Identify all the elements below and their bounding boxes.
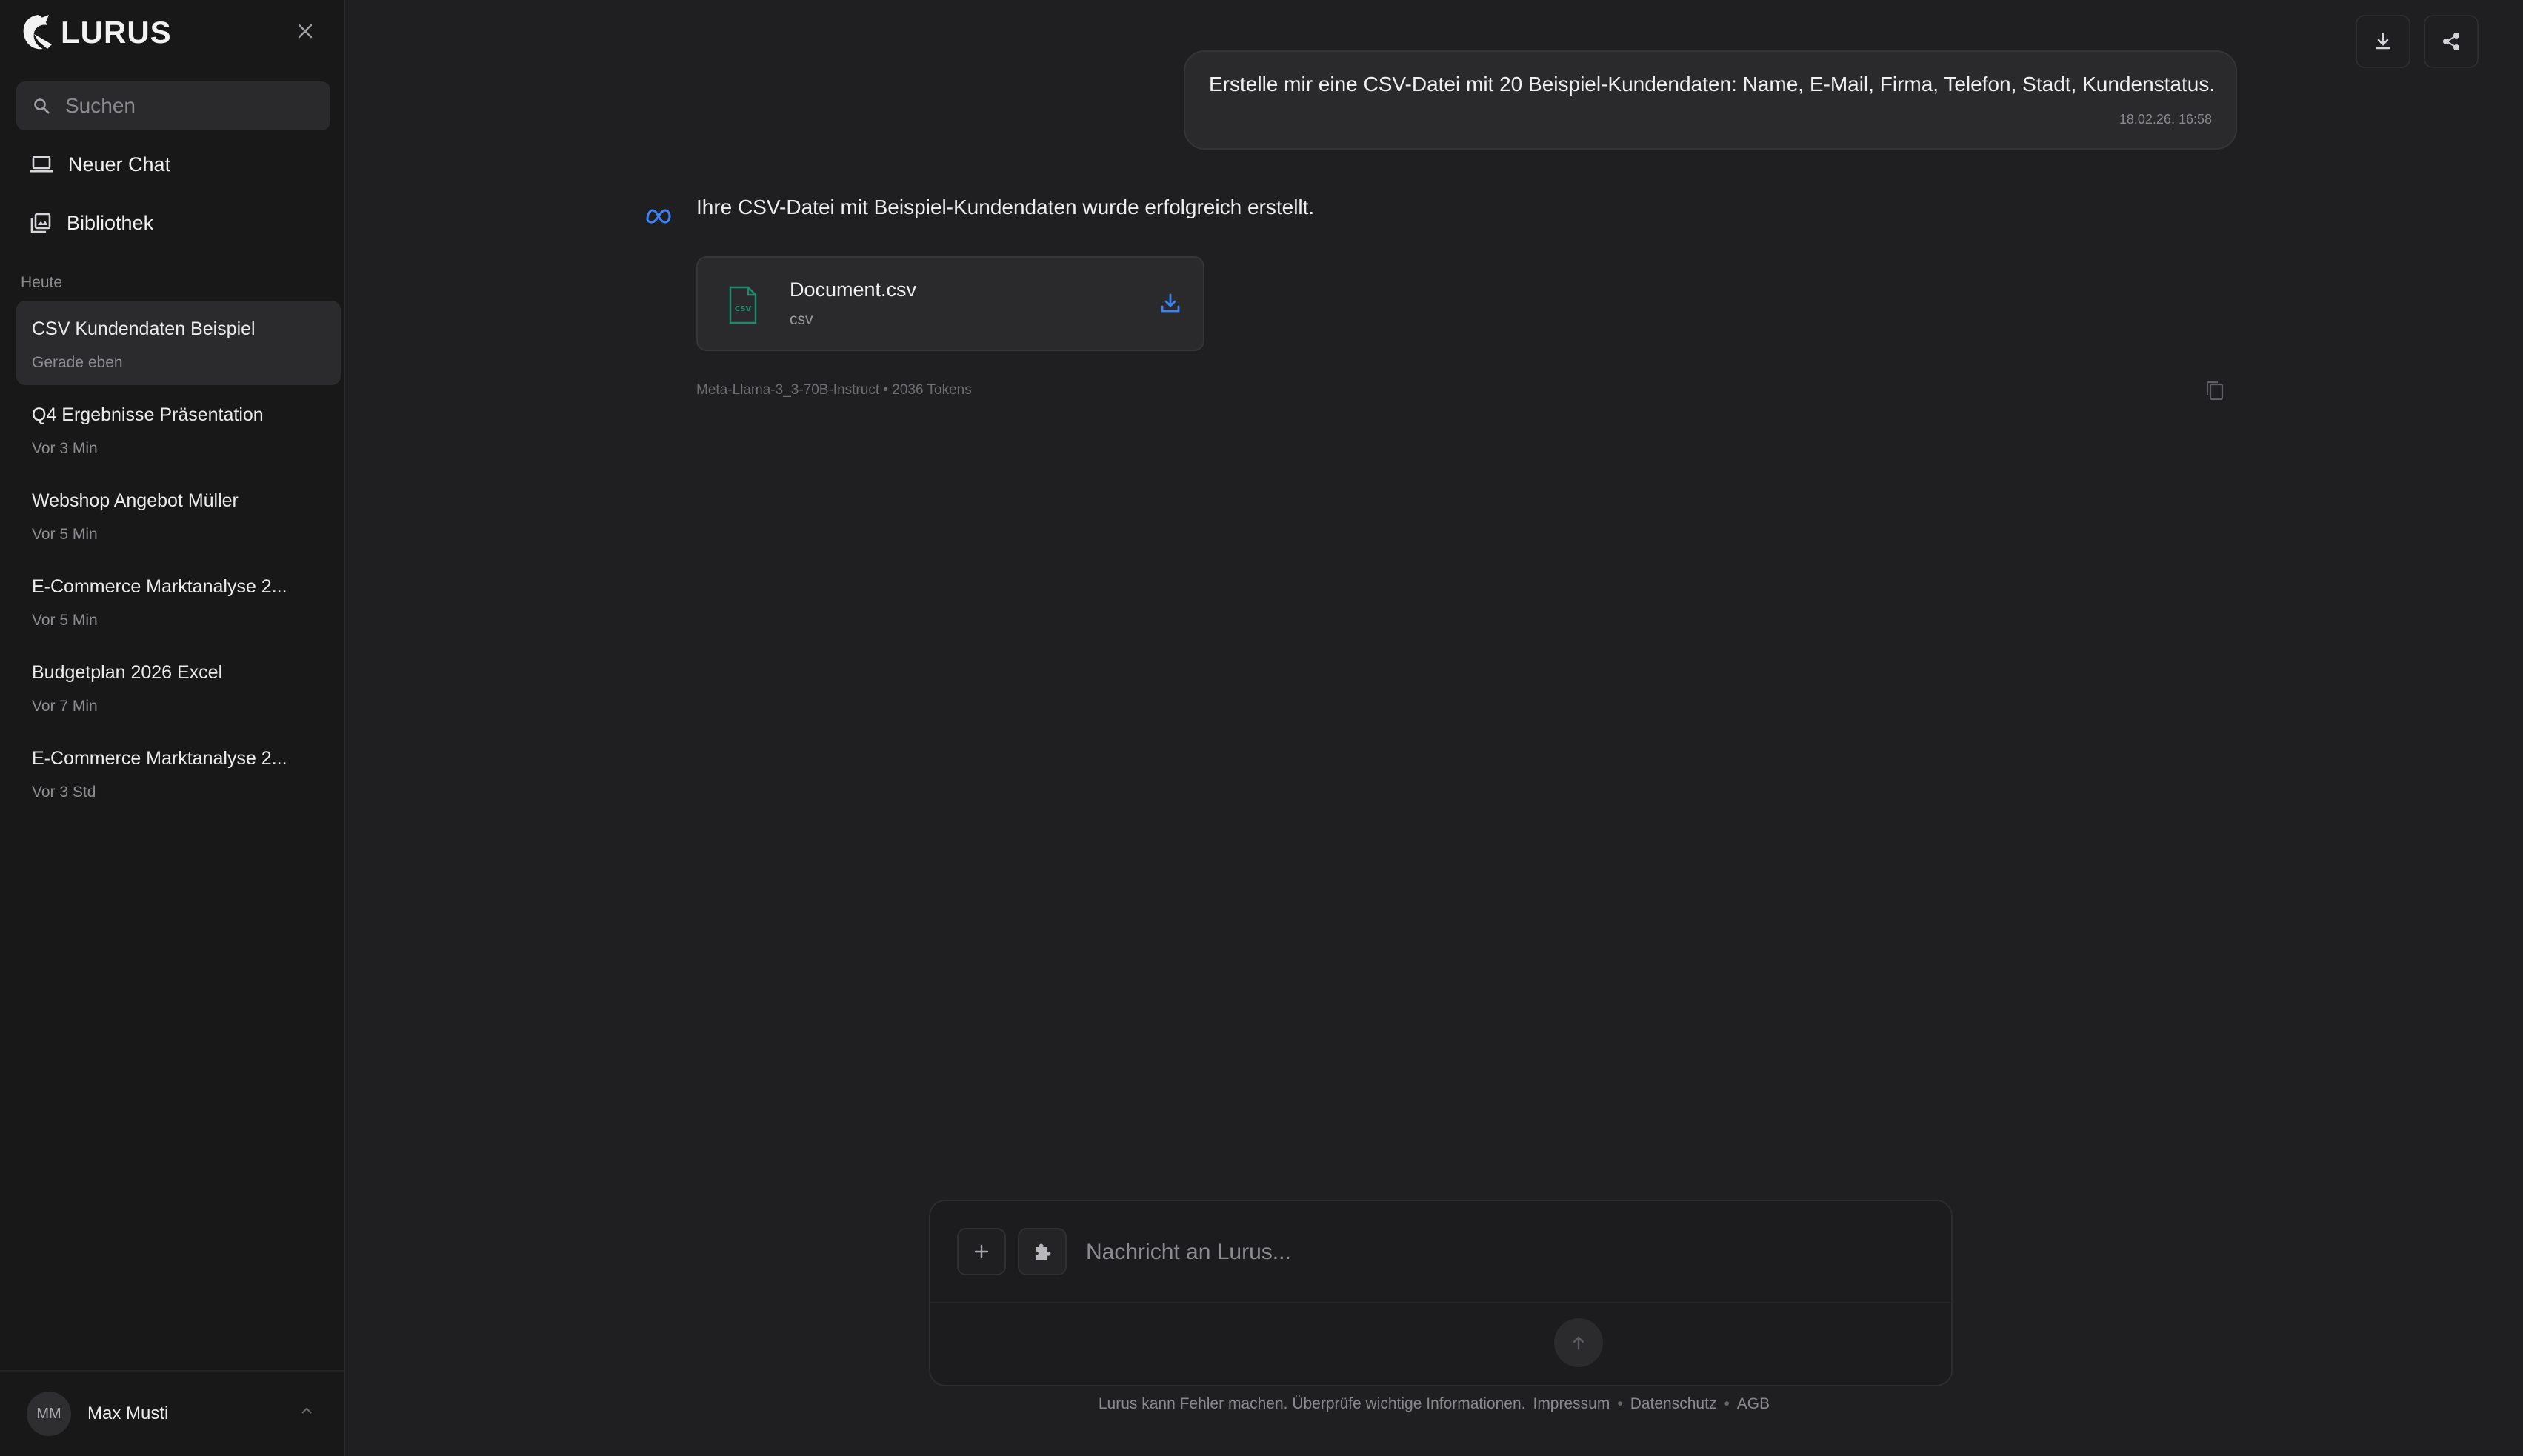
assistant-message-text: Ihre CSV-Datei mit Beispiel-Kundendaten … [696,196,1315,218]
conversation-time: Vor 3 Min [32,440,98,457]
footer: Lurus kann Fehler machen. Überprüfe wich… [345,1395,2523,1413]
library-button[interactable]: Bibliothek [30,201,153,245]
user-menu[interactable]: MM Max Musti [0,1370,344,1456]
plugins-button[interactable] [1018,1228,1067,1275]
conversation-time: Vor 5 Min [32,526,98,543]
chat-area: Erstelle mir eine CSV-Datei mit 20 Beisp… [345,0,2523,1456]
close-icon [298,24,313,39]
file-name: Document.csv [790,278,917,301]
library-icon [30,213,51,233]
footer-separator: • [1617,1395,1623,1412]
search-input[interactable] [65,94,317,118]
footer-link-datenschutz[interactable]: Datenschutz [1630,1395,1717,1413]
footer-link-agb[interactable]: AGB [1737,1395,1770,1413]
conversation-time: Vor 5 Min [32,612,98,629]
file-type: csv [790,311,813,328]
plus-icon [974,1244,989,1259]
share-button[interactable] [2424,15,2479,68]
avatar: MM [27,1392,71,1436]
puzzle-icon [1036,1243,1051,1260]
add-attachment-button[interactable] [957,1228,1006,1275]
message-timestamp: 18.02.26, 16:58 [2119,112,2212,127]
conversation-item[interactable]: E-Commerce Marktanalyse 2... Vor 5 Min [16,558,341,643]
send-button[interactable] [1554,1318,1603,1367]
conversation-time: Gerade eben [32,354,123,371]
csv-icon-label: CSV [735,305,752,313]
conversation-title: Webshop Angebot Müller [32,490,239,511]
conversation-title: Q4 Ergebnisse Präsentation [32,404,264,425]
sidebar: LURUS Neuer Chat [0,0,345,1456]
conversation-time: Vor 7 Min [32,698,98,715]
section-label-today: Heute [21,274,63,291]
message-meta: Meta-Llama-3_3-70B-Instruct • 2036 Token… [696,382,972,398]
new-chat-label: Neuer Chat [68,153,171,176]
conversation-item[interactable]: Budgetplan 2026 Excel Vor 7 Min [16,644,341,729]
csv-file-icon: CSV [729,286,757,324]
share-icon [2443,33,2459,50]
download-icon [2376,33,2390,50]
user-message-text: Erstelle mir eine CSV-Datei mit 20 Beisp… [1209,73,2216,96]
conversation-item[interactable]: E-Commerce Marktanalyse 2... Vor 3 Std [16,730,341,815]
file-attachment[interactable]: CSV Document.csv csv [696,256,1204,351]
footer-link-impressum[interactable]: Impressum [1533,1395,1610,1413]
conversation-time: Vor 3 Std [32,784,96,801]
conversation-title: E-Commerce Marktanalyse 2... [32,748,287,769]
conversation-item[interactable]: Webshop Angebot Müller Vor 5 Min [16,472,341,557]
meta-logo-icon [646,209,671,224]
download-file-icon[interactable] [1159,292,1182,315]
download-chat-button[interactable] [2356,15,2410,68]
composer [929,1200,1953,1386]
footer-separator: • [1724,1395,1730,1412]
search-icon [34,98,50,114]
laptop-icon [30,156,53,173]
footer-disclaimer: Lurus kann Fehler machen. Überprüfe wich… [1098,1395,1526,1412]
conversation-title: E-Commerce Marktanalyse 2... [32,576,287,597]
user-message: Erstelle mir eine CSV-Datei mit 20 Beisp… [1184,50,2237,150]
arrow-up-icon [1573,1336,1584,1350]
copy-icon[interactable] [2204,379,2225,401]
message-input[interactable] [1086,1234,1901,1271]
brand-name: LURUS [61,15,172,50]
library-label: Bibliothek [67,211,154,234]
conversation-title: CSV Kundendaten Beispiel [32,318,256,339]
lurus-logo-icon [23,15,52,50]
brand[interactable]: LURUS [19,12,172,53]
composer-divider [930,1302,1951,1303]
conversation-list: CSV Kundendaten Beispiel Gerade eben Q4 … [16,301,341,816]
close-sidebar-button[interactable] [292,18,319,44]
new-chat-button[interactable]: Neuer Chat [30,142,170,187]
assistant-avatar [640,197,677,234]
chevron-up-icon [301,1407,312,1414]
conversation-item[interactable]: Q4 Ergebnisse Präsentation Vor 3 Min [16,387,341,471]
conversation-title: Budgetplan 2026 Excel [32,662,223,683]
user-name: Max Musti [87,1403,169,1423]
search-box[interactable] [16,81,330,130]
conversation-item[interactable]: CSV Kundendaten Beispiel Gerade eben [16,301,341,385]
